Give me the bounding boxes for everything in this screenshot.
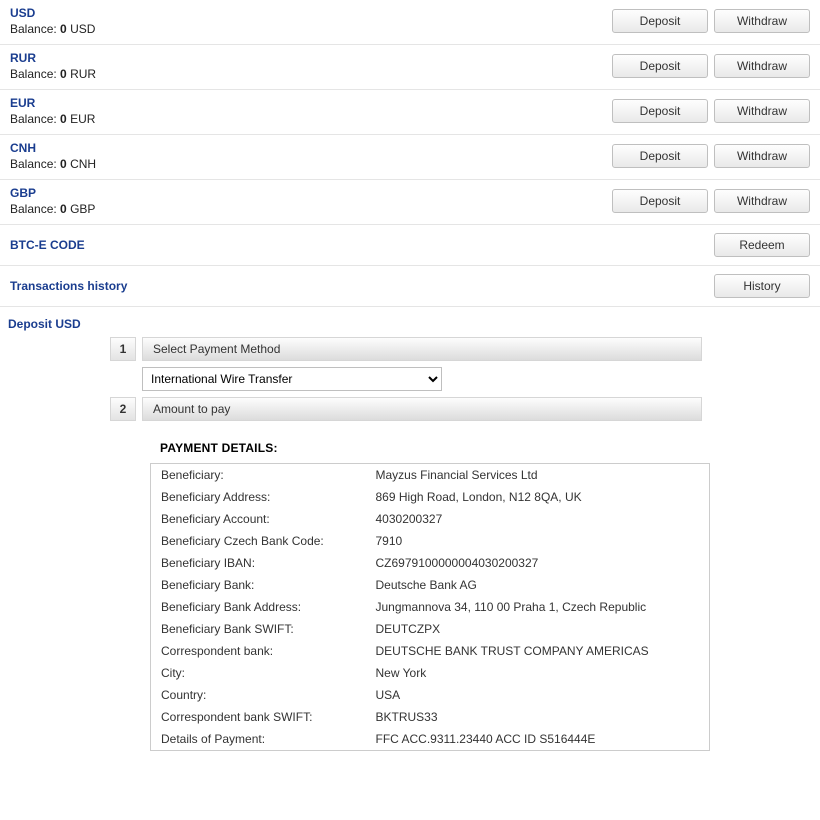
table-row: Country:USA — [151, 684, 710, 706]
detail-key: Beneficiary: — [151, 464, 366, 487]
table-row: Beneficiary Bank SWIFT:DEUTCZPX — [151, 618, 710, 640]
currency-balance: Balance: 0 RUR — [10, 67, 96, 81]
deposit-heading: Deposit USD — [0, 307, 820, 337]
currency-title: USD — [10, 6, 95, 20]
detail-key: Beneficiary Czech Bank Code: — [151, 530, 366, 552]
detail-value: 4030200327 — [366, 508, 710, 530]
currency-title: RUR — [10, 51, 96, 65]
payment-details-heading: PAYMENT DETAILS: — [160, 441, 820, 455]
detail-value: BKTRUS33 — [366, 706, 710, 728]
deposit-button[interactable]: Deposit — [612, 144, 708, 168]
step-1-row: 1 Select Payment Method — [110, 337, 820, 361]
table-row: Beneficiary IBAN:CZ697910000000403020032… — [151, 552, 710, 574]
table-row: Beneficiary Address:869 High Road, Londo… — [151, 486, 710, 508]
step-2-number: 2 — [110, 397, 136, 421]
detail-key: Correspondent bank SWIFT: — [151, 706, 366, 728]
detail-value: New York — [366, 662, 710, 684]
step-2-label: Amount to pay — [142, 397, 702, 421]
detail-value: DEUTCZPX — [366, 618, 710, 640]
table-row: Beneficiary Czech Bank Code:7910 — [151, 530, 710, 552]
currency-row-cnh: CNH Balance: 0 CNH DepositWithdraw — [0, 135, 820, 180]
currency-title: CNH — [10, 141, 96, 155]
btce-code-title: BTC-E CODE — [10, 238, 85, 252]
detail-key: Beneficiary IBAN: — [151, 552, 366, 574]
currency-row-gbp: GBP Balance: 0 GBP DepositWithdraw — [0, 180, 820, 225]
currency-row-rur: RUR Balance: 0 RUR DepositWithdraw — [0, 45, 820, 90]
detail-key: Beneficiary Address: — [151, 486, 366, 508]
detail-key: Correspondent bank: — [151, 640, 366, 662]
step-2-row: 2 Amount to pay — [110, 397, 820, 421]
withdraw-button[interactable]: Withdraw — [714, 144, 810, 168]
detail-value: FFC ACC.9311.23440 ACC ID S516444E — [366, 728, 710, 751]
withdraw-button[interactable]: Withdraw — [714, 189, 810, 213]
currency-balance: Balance: 0 GBP — [10, 202, 95, 216]
deposit-button[interactable]: Deposit — [612, 54, 708, 78]
detail-value: Jungmannova 34, 110 00 Praha 1, Czech Re… — [366, 596, 710, 618]
table-row: Correspondent bank:DEUTSCHE BANK TRUST C… — [151, 640, 710, 662]
payment-method-select[interactable]: International Wire Transfer — [142, 367, 442, 391]
table-row: Beneficiary Bank Address:Jungmannova 34,… — [151, 596, 710, 618]
detail-value: 869 High Road, London, N12 8QA, UK — [366, 486, 710, 508]
redeem-button[interactable]: Redeem — [714, 233, 810, 257]
btce-code-row: BTC-E CODE Redeem — [0, 225, 820, 266]
currency-row-usd: USD Balance: 0 USD DepositWithdraw — [0, 0, 820, 45]
deposit-button[interactable]: Deposit — [612, 9, 708, 33]
detail-key: Country: — [151, 684, 366, 706]
deposit-button[interactable]: Deposit — [612, 189, 708, 213]
detail-key: City: — [151, 662, 366, 684]
deposit-button[interactable]: Deposit — [612, 99, 708, 123]
payment-details-table: Beneficiary:Mayzus Financial Services Lt… — [150, 463, 710, 751]
detail-value: 7910 — [366, 530, 710, 552]
detail-key: Beneficiary Bank: — [151, 574, 366, 596]
table-row: Beneficiary Account:4030200327 — [151, 508, 710, 530]
currency-balance: Balance: 0 EUR — [10, 112, 95, 126]
withdraw-button[interactable]: Withdraw — [714, 99, 810, 123]
detail-key: Beneficiary Bank Address: — [151, 596, 366, 618]
currency-balance: Balance: 0 USD — [10, 22, 95, 36]
detail-value: DEUTSCHE BANK TRUST COMPANY AMERICAS — [366, 640, 710, 662]
transactions-history-title: Transactions history — [10, 279, 127, 293]
currency-title: EUR — [10, 96, 95, 110]
transactions-history-row: Transactions history History — [0, 266, 820, 307]
history-button[interactable]: History — [714, 274, 810, 298]
table-row: Beneficiary Bank:Deutsche Bank AG — [151, 574, 710, 596]
detail-key: Beneficiary Bank SWIFT: — [151, 618, 366, 640]
detail-value: Mayzus Financial Services Ltd — [366, 464, 710, 487]
currency-balance: Balance: 0 CNH — [10, 157, 96, 171]
withdraw-button[interactable]: Withdraw — [714, 9, 810, 33]
currency-row-eur: EUR Balance: 0 EUR DepositWithdraw — [0, 90, 820, 135]
detail-value: CZ6979100000004030200327 — [366, 552, 710, 574]
detail-key: Details of Payment: — [151, 728, 366, 751]
detail-key: Beneficiary Account: — [151, 508, 366, 530]
step-1-label: Select Payment Method — [142, 337, 702, 361]
withdraw-button[interactable]: Withdraw — [714, 54, 810, 78]
table-row: Correspondent bank SWIFT:BKTRUS33 — [151, 706, 710, 728]
table-row: Beneficiary:Mayzus Financial Services Lt… — [151, 464, 710, 487]
currency-title: GBP — [10, 186, 95, 200]
detail-value: Deutsche Bank AG — [366, 574, 710, 596]
detail-value: USA — [366, 684, 710, 706]
table-row: Details of Payment:FFC ACC.9311.23440 AC… — [151, 728, 710, 751]
step-1-number: 1 — [110, 337, 136, 361]
table-row: City:New York — [151, 662, 710, 684]
